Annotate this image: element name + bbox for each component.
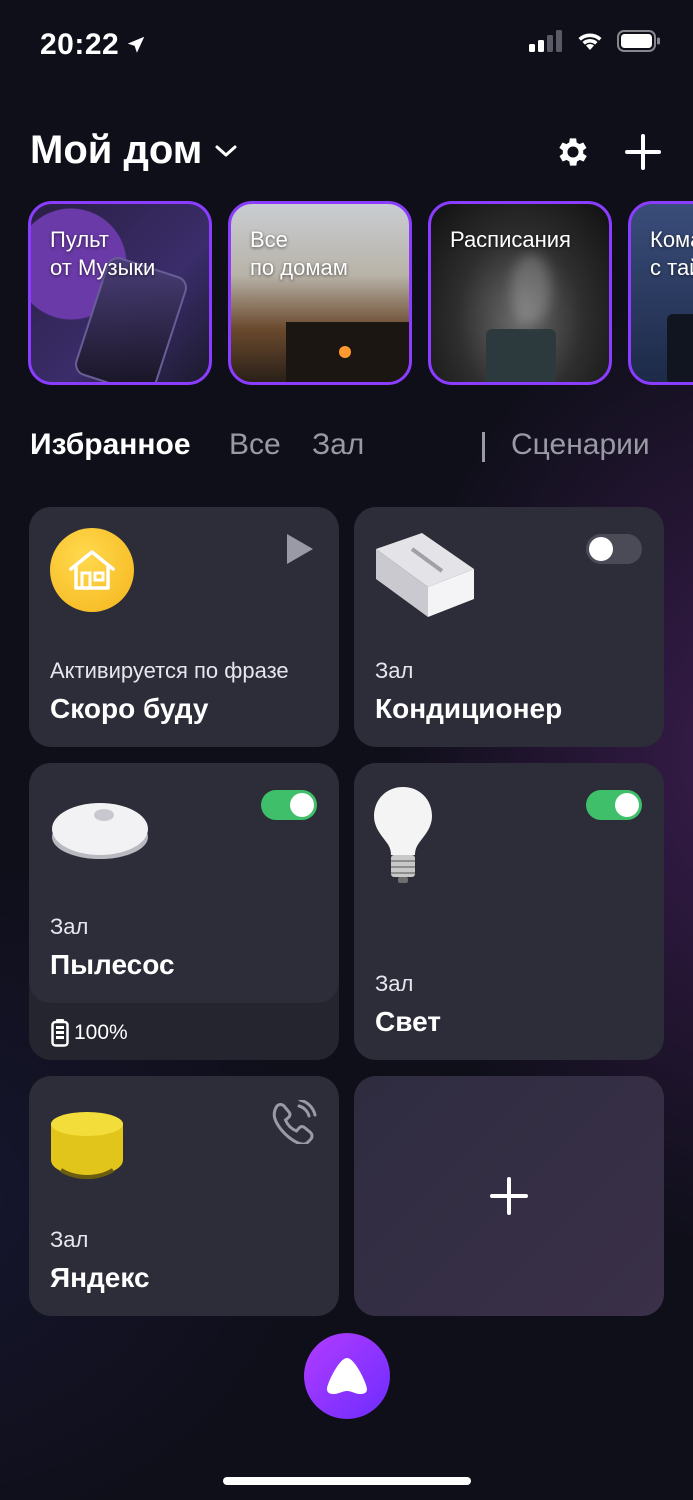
battery-level-icon xyxy=(51,1019,69,1047)
cup-illustration xyxy=(486,329,556,382)
light-bulb-image xyxy=(374,787,432,883)
ac-toggle[interactable] xyxy=(586,534,642,564)
status-time: 20:22 xyxy=(40,28,147,62)
vacuum-toggle[interactable] xyxy=(261,790,317,820)
battery-status: 100% xyxy=(51,1019,128,1047)
settings-button[interactable] xyxy=(551,130,595,174)
device-card-vacuum[interactable]: Зал Пылесос 100% xyxy=(29,763,339,1060)
status-icons xyxy=(529,30,661,52)
device-card-ac[interactable]: Зал Кондиционер xyxy=(354,507,664,747)
stories-carousel[interactable]: Пульт от Музыки Все по домам Расписания Ко… xyxy=(28,201,693,385)
tab-all[interactable]: Все xyxy=(229,428,281,462)
home-indicator xyxy=(223,1477,471,1485)
alice-icon xyxy=(327,1358,367,1394)
story-commands[interactable]: Комас тай xyxy=(628,201,693,385)
tab-scenarios[interactable]: Сценарии xyxy=(511,428,650,462)
home-selector[interactable]: Мой дом xyxy=(30,128,238,173)
add-device-card[interactable] xyxy=(354,1076,664,1316)
story-schedules[interactable]: Расписания xyxy=(428,201,612,385)
device-card-light[interactable]: Зал Свет xyxy=(354,763,664,1060)
device-card-speaker[interactable]: Зал Яндекс xyxy=(29,1076,339,1316)
page-title: Мой дом xyxy=(30,128,203,172)
play-icon[interactable] xyxy=(285,532,315,566)
speaker-image xyxy=(51,1112,123,1180)
tabs-bar: Избранное Все Зал Сценарии xyxy=(30,428,670,472)
location-arrow-icon xyxy=(127,36,145,53)
tab-favorites[interactable]: Избранное xyxy=(30,428,191,462)
plus-icon xyxy=(490,1177,528,1215)
house-icon xyxy=(69,550,115,590)
light-toggle[interactable] xyxy=(586,790,642,820)
alice-button[interactable] xyxy=(304,1333,390,1419)
air-conditioner-image xyxy=(376,533,474,617)
signal-icon xyxy=(529,30,562,52)
call-icon[interactable] xyxy=(269,1100,317,1144)
plus-icon xyxy=(625,134,661,170)
scenario-badge xyxy=(50,528,134,612)
story-all-home[interactable]: Все по домам xyxy=(228,201,412,385)
chevron-down-icon xyxy=(215,145,237,156)
wifi-icon xyxy=(578,33,602,50)
battery-icon xyxy=(617,30,660,52)
tab-divider xyxy=(482,432,485,462)
add-button[interactable] xyxy=(621,130,665,174)
scenario-card[interactable]: Активируется по фразе Скоро буду xyxy=(29,507,339,747)
tab-hall[interactable]: Зал xyxy=(312,428,364,462)
story-music-remote[interactable]: Пульт от Музыки xyxy=(28,201,212,385)
vacuum-image xyxy=(52,803,148,859)
gear-icon xyxy=(559,138,587,166)
